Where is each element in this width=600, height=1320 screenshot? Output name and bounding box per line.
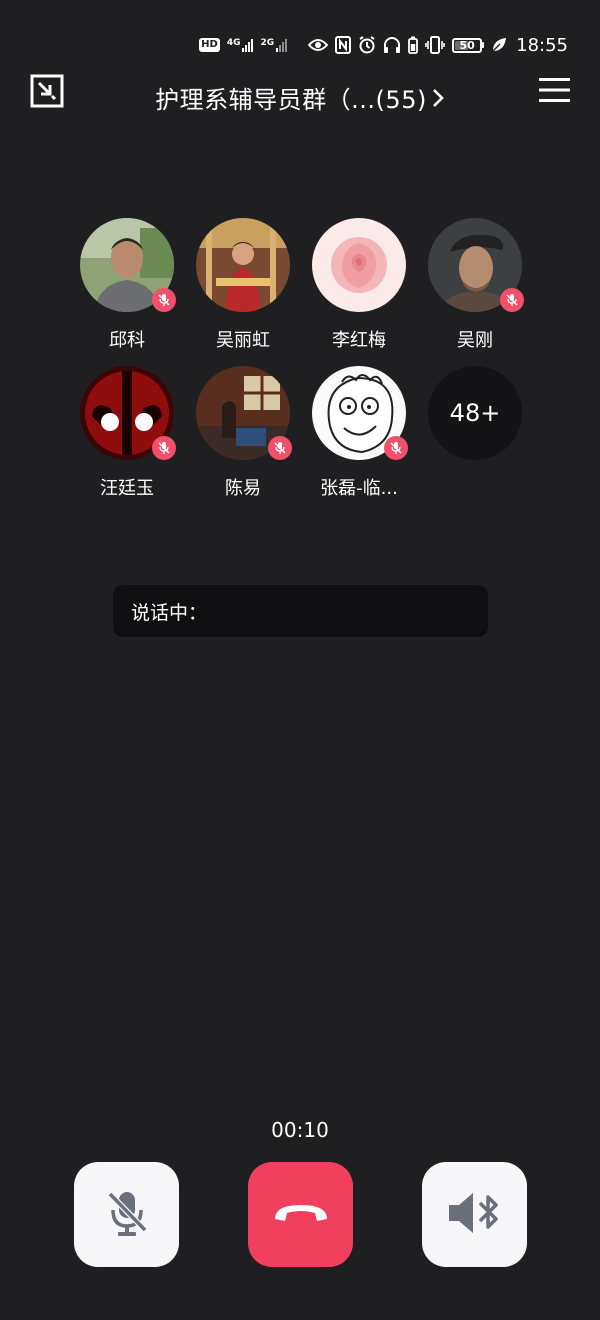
participant-tile[interactable]: 陈易 — [196, 366, 292, 500]
eye-icon — [308, 38, 329, 52]
speaking-indicator: 说话中： — [113, 585, 488, 637]
bluetooth-audio-button[interactable] — [422, 1162, 527, 1267]
group-title-text: 护理系辅导员群（...(55) — [155, 86, 427, 114]
alarm-icon — [358, 36, 376, 54]
clock: 18:55 — [516, 34, 568, 56]
mic-off-icon — [152, 288, 176, 312]
avatar — [312, 218, 406, 312]
participant-name: 吴丽虹 — [216, 330, 270, 351]
call-timer: 00:10 — [271, 1118, 329, 1142]
participant-tile[interactable]: 吴丽虹 — [196, 218, 290, 352]
headphones-icon — [383, 36, 401, 54]
participant-tile[interactable]: 李红梅 — [312, 218, 406, 352]
battery-icon: 50 — [452, 37, 485, 53]
hamburger-menu-icon[interactable] — [539, 76, 570, 104]
group-title[interactable]: 护理系辅导员群（...(55) — [0, 80, 600, 115]
hd-icon: HD — [199, 38, 220, 52]
mute-mic-button[interactable] — [74, 1162, 179, 1267]
participant-tile[interactable]: 张磊-临... — [312, 366, 408, 500]
participant-tile[interactable]: 邱科 — [80, 218, 176, 352]
nfc-icon — [335, 36, 352, 54]
signal-4g-icon: 4G — [227, 38, 254, 52]
leaf-icon — [491, 37, 507, 53]
more-participants-button[interactable]: 48+ — [428, 366, 522, 460]
avatar — [80, 366, 176, 460]
signal-2g-icon: 2G — [260, 38, 288, 52]
participant-tile[interactable]: 汪廷玉 — [80, 366, 176, 500]
mic-off-icon — [152, 436, 176, 460]
participant-name: 李红梅 — [332, 330, 386, 351]
avatar — [312, 366, 408, 460]
participant-name: 吴刚 — [457, 330, 493, 351]
more-count: 48+ — [428, 366, 522, 460]
mic-off-icon — [268, 436, 292, 460]
battery-saver-icon — [408, 36, 419, 54]
avatar — [196, 366, 292, 460]
participant-name: 汪廷玉 — [100, 478, 154, 499]
hang-up-icon — [271, 1201, 331, 1229]
participant-name: 陈易 — [225, 478, 261, 499]
mic-off-icon — [105, 1188, 149, 1242]
mic-off-icon — [500, 288, 524, 312]
avatar — [196, 218, 290, 312]
avatar — [80, 218, 176, 312]
avatar — [428, 218, 524, 312]
chevron-right-icon — [431, 87, 445, 115]
participant-tile[interactable]: 吴刚 — [428, 218, 524, 352]
hang-up-button[interactable] — [248, 1162, 353, 1267]
participant-name: 邱科 — [109, 330, 145, 351]
bluetooth-speaker-icon — [447, 1191, 503, 1239]
vibrate-icon — [425, 36, 445, 54]
mic-off-icon — [384, 436, 408, 460]
status-bar: HD 4G 2G 50 18:55 — [0, 0, 600, 70]
participant-name: 张磊-临... — [320, 478, 398, 499]
call-header: 护理系辅导员群（...(55) — [0, 70, 600, 124]
speaking-label: 说话中： — [131, 601, 208, 624]
status-icons: HD 4G 2G 50 18:55 — [199, 32, 568, 58]
